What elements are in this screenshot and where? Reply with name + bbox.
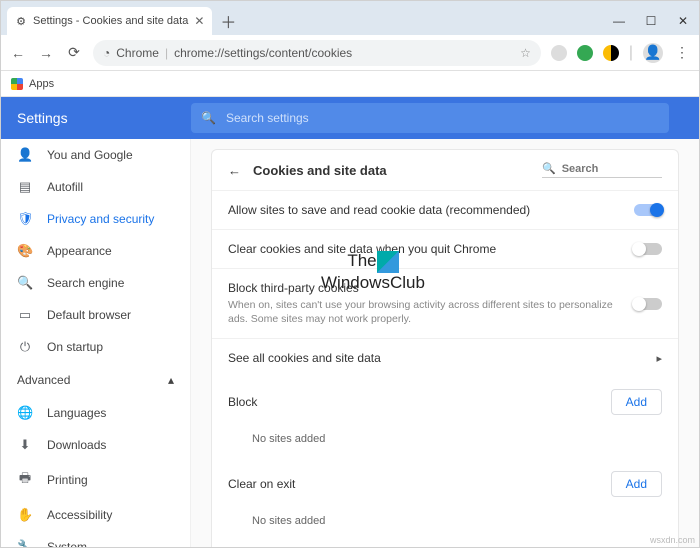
sidebar-item-appearance[interactable]: 🎨Appearance (1, 235, 190, 267)
sidebar-item-accessibility[interactable]: ✋Accessibility (1, 499, 190, 531)
extension-icon[interactable] (603, 45, 619, 61)
person-icon: 👤 (17, 147, 33, 163)
sidebar-item-search-engine[interactable]: 🔍Search engine (1, 267, 190, 299)
window-controls: — ☐ ✕ (603, 7, 699, 35)
autofill-icon: ▤ (17, 179, 33, 195)
accessibility-icon: ✋ (17, 507, 33, 523)
chevron-right-icon: ▸ (656, 352, 662, 365)
browser-toolbar: ← → ⟳ ◔ Chrome | chrome://settings/conte… (1, 35, 699, 71)
add-clear-exit-button[interactable]: Add (611, 471, 662, 497)
row-allow-cookies: Allow sites to save and read cookie data… (212, 190, 678, 229)
sidebar-item-startup[interactable]: ⏻On startup (1, 331, 190, 363)
add-block-button[interactable]: Add (611, 389, 662, 415)
card-search[interactable]: 🔍 Search (542, 162, 662, 178)
apps-icon (11, 78, 23, 90)
back-button[interactable]: ← (228, 163, 241, 178)
sidebar-advanced[interactable]: Advanced▴ (1, 363, 190, 397)
sidebar-item-languages[interactable]: 🌐Languages (1, 397, 190, 429)
bookmark-star-icon[interactable]: ☆ (520, 46, 531, 60)
sidebar-item-default-browser[interactable]: ▭Default browser (1, 299, 190, 331)
close-window-button[interactable]: ✕ (667, 7, 699, 35)
shield-icon: 🛡 (17, 211, 33, 227)
new-tab-button[interactable]: ＋ (216, 9, 240, 33)
content-area: ← Cookies and site data 🔍 Search Allow s… (191, 139, 699, 547)
url-text: chrome://settings/content/cookies (174, 46, 352, 60)
sidebar-item-downloads[interactable]: ⬇Downloads (1, 429, 190, 461)
download-icon: ⬇ (17, 437, 33, 453)
close-tab-icon[interactable]: ✕ (194, 14, 204, 28)
forward-button[interactable]: → (37, 45, 55, 61)
sidebar: 👤You and Google ▤Autofill 🛡Privacy and s… (1, 139, 191, 547)
section-allow: Allow Add (212, 541, 678, 547)
address-bar[interactable]: ◔ Chrome | chrome://settings/content/coo… (93, 40, 541, 66)
clear-exit-empty: No sites added (212, 509, 678, 541)
section-block: Block Add (212, 377, 678, 427)
main-area: 👤You and Google ▤Autofill 🛡Privacy and s… (1, 139, 699, 547)
sidebar-item-you-and-google[interactable]: 👤You and Google (1, 139, 190, 171)
browser-tab[interactable]: ⚙ Settings - Cookies and site data ✕ (7, 7, 212, 35)
settings-search[interactable]: 🔍 Search settings (191, 103, 669, 133)
search-icon: 🔍 (542, 162, 556, 175)
gear-icon: ⚙ (15, 15, 27, 27)
window-titlebar: ⚙ Settings - Cookies and site data ✕ ＋ —… (1, 1, 699, 35)
sidebar-item-privacy[interactable]: 🛡Privacy and security (1, 203, 190, 235)
card-header: ← Cookies and site data 🔍 Search (212, 150, 678, 190)
reload-button[interactable]: ⟳ (65, 44, 83, 61)
toggle-allow-cookies[interactable] (634, 204, 662, 216)
search-placeholder: Search settings (226, 111, 309, 125)
wrench-icon: 🔧 (17, 539, 33, 547)
block-empty: No sites added (212, 427, 678, 459)
extension-icon[interactable] (577, 45, 593, 61)
power-icon: ⏻ (17, 339, 33, 355)
section-clear-exit: Clear on exit Add (212, 459, 678, 509)
extensions-area (551, 45, 619, 61)
search-icon: 🔍 (17, 275, 33, 291)
search-icon: 🔍 (201, 111, 216, 125)
settings-header: Settings 🔍 Search settings (1, 97, 699, 139)
sidebar-item-printing[interactable]: 🖶Printing (1, 461, 190, 499)
footer-text: wsxdn.com (650, 535, 695, 545)
toggle-block-third-party[interactable] (634, 298, 662, 310)
apps-button[interactable]: Apps (29, 78, 54, 90)
palette-icon: 🎨 (17, 243, 33, 259)
row-see-all[interactable]: See all cookies and site data ▸ (212, 338, 678, 377)
menu-icon[interactable]: ⋮ (673, 44, 691, 61)
back-button[interactable]: ← (9, 45, 27, 61)
maximize-button[interactable]: ☐ (635, 7, 667, 35)
sidebar-item-autofill[interactable]: ▤Autofill (1, 171, 190, 203)
chevron-up-icon: ▴ (168, 373, 174, 387)
row-clear-on-quit: Clear cookies and site data when you qui… (212, 229, 678, 268)
row-block-third-party: Block third-party cookies When on, sites… (212, 268, 678, 338)
settings-title: Settings (1, 110, 191, 126)
bookmarks-bar: Apps (1, 71, 699, 97)
profile-avatar[interactable]: 👤 (643, 43, 663, 63)
settings-card: ← Cookies and site data 🔍 Search Allow s… (211, 149, 679, 547)
printer-icon: 🖶 (17, 469, 33, 491)
toggle-clear-on-quit[interactable] (634, 243, 662, 255)
extension-icon[interactable] (551, 45, 567, 61)
divider: | (629, 44, 633, 62)
minimize-button[interactable]: — (603, 7, 635, 35)
globe-icon: 🌐 (17, 405, 33, 421)
chrome-icon: ◔ (103, 46, 110, 60)
page-title: Cookies and site data (253, 163, 387, 178)
url-scheme: Chrome (116, 46, 159, 60)
sidebar-item-system[interactable]: 🔧System (1, 531, 190, 547)
tab-title: Settings - Cookies and site data (33, 15, 188, 27)
browser-icon: ▭ (17, 307, 33, 323)
